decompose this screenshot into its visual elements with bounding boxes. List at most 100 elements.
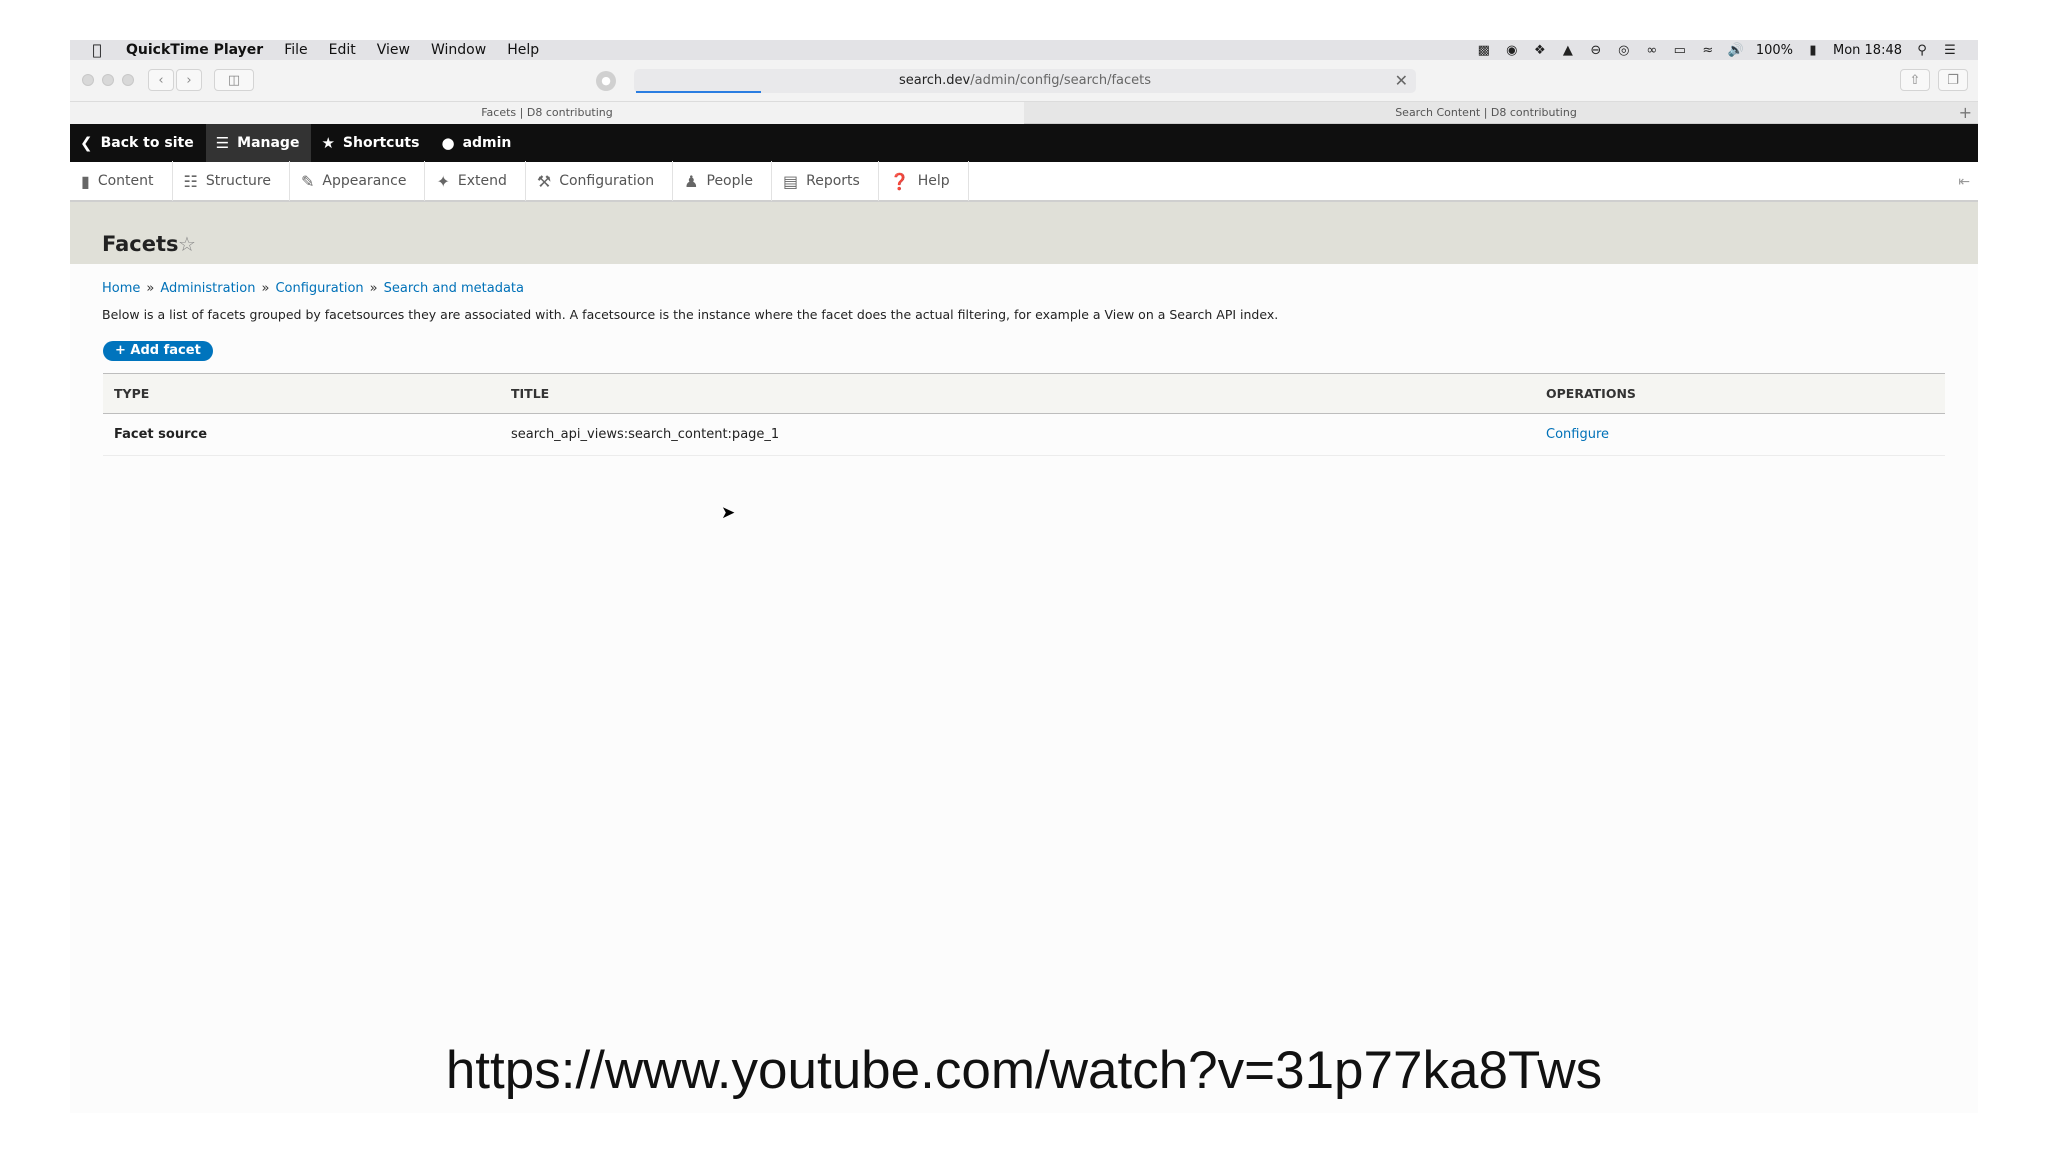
toolbar-label: Shortcuts (342, 135, 420, 151)
tray-item-content[interactable]: ▮ Content (70, 161, 173, 201)
address-bar[interactable]: search.dev/admin/config/search/facets ✕ (634, 69, 1416, 93)
tray-item-people[interactable]: ♟ People (673, 161, 773, 201)
column-header-type: TYPE (103, 373, 500, 414)
breadcrumb-administration[interactable]: Administration (160, 281, 255, 296)
tray-label: Configuration (559, 173, 655, 189)
tab-search-content[interactable]: Search Content | D8 contributing (1024, 102, 1948, 124)
question-icon: ❓ (889, 171, 910, 191)
menu-view[interactable]: View (377, 42, 410, 58)
glasses-icon[interactable]: ∞ (1644, 43, 1660, 58)
url-path: /admin/config/search/facets (970, 73, 1152, 88)
menu-app-name[interactable]: QuickTime Player (126, 42, 263, 58)
breadcrumb-separator: » (369, 281, 378, 296)
tray-item-help[interactable]: ❓ Help (879, 161, 969, 201)
table-row: Facet source search_api_views:search_con… (103, 413, 1945, 456)
wrench-icon: ⚒ (536, 171, 552, 191)
timer-icon[interactable]: ◎ (1616, 43, 1632, 58)
notification-icon[interactable]: ▩ (1476, 43, 1492, 58)
minimize-window-button[interactable] (102, 74, 114, 86)
cell-title: search_api_views:search_content:page_1 (500, 413, 1535, 456)
page-header: Facets ☆ (70, 202, 1978, 264)
toolbar-manage[interactable]: ☰ Manage (205, 124, 312, 162)
spotlight-search-icon[interactable]: ⚲ (1914, 43, 1930, 58)
toolbar-label: Manage (237, 135, 300, 151)
toolbar-label: Back to site (100, 135, 194, 151)
airplay-icon[interactable]: ▭ (1672, 43, 1688, 58)
loading-progress-bar (636, 91, 761, 93)
breadcrumb-separator: » (146, 281, 155, 296)
breadcrumb-home[interactable]: Home (102, 281, 140, 296)
stop-loading-icon[interactable]: ✕ (1395, 69, 1408, 93)
people-icon: ♟ (684, 171, 699, 191)
tray-item-configuration[interactable]: ⚒ Configuration (526, 161, 674, 201)
back-arrow-icon[interactable]: ‹ (148, 69, 174, 91)
new-tab-icon[interactable]: + (1959, 102, 1972, 124)
admin-toolbar: ❮ Back to site ☰ Manage ★ Shortcuts ● ad… (70, 124, 1978, 162)
cell-operations: Configure (1535, 413, 1945, 456)
tray-label: Structure (205, 173, 271, 189)
add-facet-button[interactable]: + Add facet (103, 341, 213, 361)
toolbar-shortcuts[interactable]: ★ Shortcuts (311, 124, 431, 162)
forward-arrow-icon[interactable]: › (176, 69, 202, 91)
focus-icon[interactable]: ⊖ (1588, 43, 1604, 58)
menu-bar:  QuickTime Player File Edit View Window… (70, 40, 1978, 60)
tray-label: Content (97, 173, 154, 189)
zoom-window-button[interactable] (122, 74, 134, 86)
clock[interactable]: Mon 18:48 (1833, 43, 1902, 58)
record-icon[interactable]: ◉ (1504, 43, 1520, 58)
menu-file[interactable]: File (284, 42, 307, 58)
back-icon: ❮ (80, 134, 93, 152)
url-host: search.dev (898, 73, 971, 88)
puzzle-icon: ✦ (436, 171, 450, 191)
tray-item-structure[interactable]: ☷ Structure (173, 161, 290, 201)
configure-link[interactable]: Configure (1546, 427, 1609, 442)
battery-percent[interactable]: 100% (1756, 43, 1793, 58)
document-icon: ▮ (81, 171, 90, 191)
tray-label: People (706, 173, 754, 189)
screen:  QuickTime Player File Edit View Window… (70, 40, 1978, 1113)
battery-icon[interactable]: ▮ (1805, 43, 1821, 58)
toolbar-back-to-site[interactable]: ❮ Back to site (70, 124, 206, 162)
user-icon: ● (441, 134, 455, 152)
status-area: ▩ ◉ ❖ ▲ ⊖ ◎ ∞ ▭ ≈ 🔊 100% ▮ Mon 18:48 ⚲ ☰ (1476, 40, 1958, 60)
share-icon[interactable]: ⇧ (1900, 69, 1930, 91)
page-title: Facets (102, 232, 179, 256)
tray-orientation-toggle-icon[interactable]: ⇤ (1958, 174, 1970, 190)
close-window-button[interactable] (82, 74, 94, 86)
apple-logo-icon[interactable]:  (88, 41, 106, 59)
toolbar-user[interactable]: ● admin (431, 124, 523, 162)
tray-label: Appearance (322, 173, 407, 189)
tab-facets[interactable]: Facets | D8 contributing (70, 102, 1024, 124)
tray-label: Help (917, 173, 950, 189)
sidebar-toggle-icon[interactable]: ◫ (214, 69, 254, 91)
admin-tray: ▮ Content ☷ Structure ✎ Appearance ✦ Ext… (70, 161, 1978, 202)
menu-window[interactable]: Window (431, 42, 486, 58)
tabs-overview-icon[interactable]: ❐ (1938, 69, 1968, 91)
volume-icon[interactable]: 🔊 (1728, 43, 1744, 58)
breadcrumb: Home » Administration » Configuration » … (102, 281, 524, 296)
shortcut-star-icon[interactable]: ☆ (178, 232, 196, 256)
cell-type: Facet source (103, 413, 500, 456)
menu-edit[interactable]: Edit (329, 42, 356, 58)
menu-help[interactable]: Help (507, 42, 539, 58)
tray-item-appearance[interactable]: ✎ Appearance (290, 161, 426, 201)
drive-icon[interactable]: ▲ (1560, 43, 1576, 58)
tab-bar: Facets | D8 contributing Search Content … (70, 102, 1978, 124)
notification-center-icon[interactable]: ☰ (1942, 43, 1958, 58)
privacy-shield-icon[interactable]: ● (596, 71, 616, 91)
breadcrumb-search-and-metadata[interactable]: Search and metadata (384, 281, 524, 296)
browser-toolbar: ‹ › ◫ ● search.dev/admin/config/search/f… (70, 60, 1978, 102)
paintbrush-icon: ✎ (300, 171, 315, 191)
window-controls (82, 74, 134, 86)
dropbox-icon[interactable]: ❖ (1532, 43, 1548, 58)
breadcrumb-separator: » (261, 281, 270, 296)
structure-icon: ☷ (183, 171, 198, 191)
video-url-caption: https://www.youtube.com/watch?v=31p77ka8… (445, 1041, 1603, 1100)
menu-icon: ☰ (215, 134, 230, 152)
tray-item-extend[interactable]: ✦ Extend (425, 161, 526, 201)
page-description: Below is a list of facets grouped by fac… (102, 307, 1279, 322)
mouse-cursor-icon: ➤ (721, 503, 736, 523)
breadcrumb-configuration[interactable]: Configuration (275, 281, 363, 296)
wifi-icon[interactable]: ≈ (1700, 43, 1716, 58)
tray-item-reports[interactable]: ▤ Reports (772, 161, 879, 201)
